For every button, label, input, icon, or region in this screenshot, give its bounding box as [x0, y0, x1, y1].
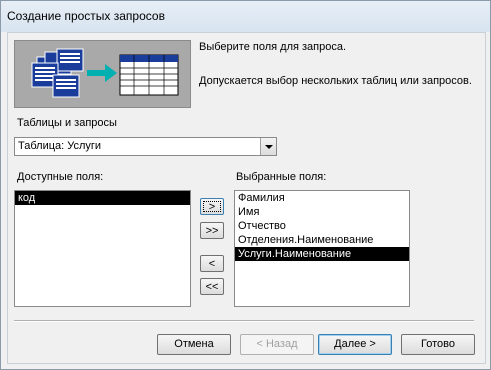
add-all-fields-button[interactable]: >>: [200, 222, 224, 239]
list-item[interactable]: код: [15, 191, 190, 205]
available-fields-label: Доступные поля:: [17, 171, 104, 183]
finish-button[interactable]: Готово: [401, 334, 475, 355]
selected-fields-list[interactable]: Фамилия Имя Отчество Отделения.Наименова…: [234, 190, 410, 307]
tables-to-query-icon: [31, 48, 179, 98]
list-item[interactable]: Отчество: [235, 219, 409, 233]
list-item[interactable]: Фамилия: [235, 191, 409, 205]
note-text: Допускается выбор нескольких таблиц или …: [199, 75, 472, 87]
wizard-illustration: [14, 40, 191, 108]
add-field-button[interactable]: >: [200, 198, 224, 215]
cancel-button[interactable]: Отмена: [157, 334, 231, 355]
back-button[interactable]: < Назад: [240, 334, 314, 355]
remove-all-fields-button[interactable]: <<: [200, 278, 224, 295]
available-fields-list[interactable]: код: [14, 190, 191, 307]
remove-field-button[interactable]: <: [200, 255, 224, 272]
next-button[interactable]: Далее >: [318, 334, 392, 355]
selected-fields-label: Выбранные поля:: [236, 171, 327, 183]
list-item[interactable]: Отделения.Наименование: [235, 233, 409, 247]
instruction-text: Выберите поля для запроса.: [199, 41, 347, 53]
list-item[interactable]: Имя: [235, 205, 409, 219]
footer-divider: [14, 320, 474, 322]
title-bar: Создание простых запросов: [1, 1, 490, 32]
tables-queries-value: Таблица: Услуги: [18, 140, 102, 152]
chevron-down-icon[interactable]: [260, 138, 276, 155]
list-item[interactable]: Услуги.Наименование: [235, 247, 409, 261]
source-label: Таблицы и запросы: [17, 117, 117, 129]
window-title: Создание простых запросов: [7, 9, 165, 23]
tables-queries-select[interactable]: Таблица: Услуги: [14, 137, 277, 156]
